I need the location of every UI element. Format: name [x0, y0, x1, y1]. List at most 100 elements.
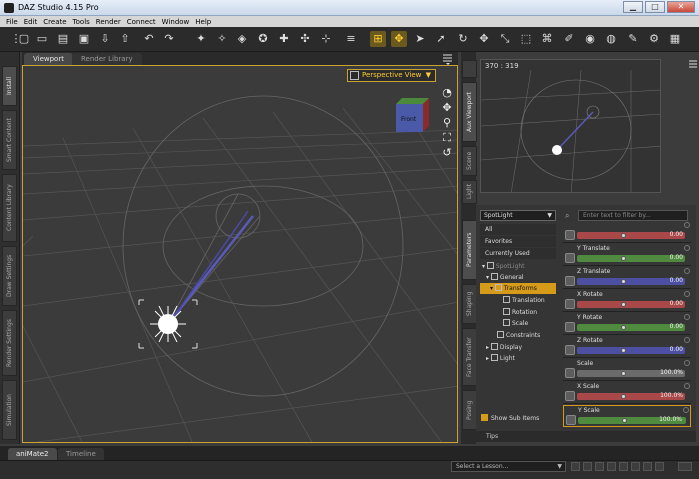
parameter-value[interactable]: 0.00	[670, 254, 683, 261]
aux-viewport[interactable]: 370 : 319	[480, 59, 661, 193]
tree-favorites[interactable]: Favorites	[480, 236, 556, 247]
lesson-step-button[interactable]	[643, 462, 652, 471]
tab-animate2[interactable]: aniMate2	[8, 448, 57, 460]
lesson-step-button[interactable]	[631, 462, 640, 471]
aux-menu-icon[interactable]	[688, 58, 699, 78]
tab-smart-content[interactable]: Smart Content	[2, 110, 17, 170]
rotate-icon[interactable]: ✥	[476, 31, 492, 47]
slider-knob[interactable]	[621, 233, 626, 238]
resize-grip-icon[interactable]	[678, 462, 692, 471]
tree-light[interactable]: ▸ Light	[486, 353, 515, 364]
tree-general[interactable]: ▾ General	[486, 272, 524, 283]
tab-viewport[interactable]: Viewport	[24, 53, 73, 65]
camera-frame-icon[interactable]: ✦	[193, 31, 209, 47]
show-sub-items-checkbox[interactable]: Show Sub Items	[481, 414, 539, 422]
render-icon[interactable]: ◉	[582, 31, 598, 47]
tree-rotation[interactable]: Rotation	[503, 307, 537, 318]
export-icon[interactable]: ⇧	[117, 31, 133, 47]
light-pointer-icon[interactable]: ✧	[214, 31, 230, 47]
menu-create[interactable]: Create	[43, 18, 66, 26]
tab-draw-settings[interactable]: Draw Settings	[2, 246, 17, 306]
tab-parameters[interactable]: Parameters	[462, 220, 477, 280]
dforce-icon[interactable]: ✪	[255, 31, 271, 47]
tree-scale[interactable]: Scale	[503, 318, 528, 329]
lesson-step-button[interactable]	[619, 462, 628, 471]
gear-icon[interactable]	[684, 383, 690, 389]
gear-icon[interactable]	[684, 268, 690, 274]
parameter-slider[interactable]: Z Rotate 0.00	[563, 336, 691, 358]
pose-tool-icon[interactable]: ➤	[412, 31, 428, 47]
slider-knob[interactable]	[621, 279, 626, 284]
render-settings-icon[interactable]: ◍	[603, 31, 619, 47]
minimize-button[interactable]: ▁	[623, 1, 643, 13]
universal-tool-icon[interactable]: ⊞	[370, 31, 386, 47]
tree-all[interactable]: All	[480, 224, 556, 235]
gear-icon[interactable]	[684, 360, 690, 366]
parameter-slider[interactable]: Y Translate 0.00	[563, 244, 691, 266]
slider-knob[interactable]	[621, 325, 626, 330]
reset-view-icon[interactable]: ↺	[440, 146, 454, 161]
close-button[interactable]: ✕	[667, 1, 695, 13]
camera-selector[interactable]: Perspective View ▼	[347, 69, 436, 82]
open-icon[interactable]: ▭	[34, 31, 50, 47]
lesson-next-button[interactable]	[655, 462, 664, 471]
zoom-icon[interactable]: ⚲	[440, 116, 454, 131]
tree-display[interactable]: ▸ Display	[486, 342, 522, 353]
gear-icon[interactable]	[684, 245, 690, 251]
slider-knob[interactable]	[622, 418, 627, 423]
parameter-slider[interactable]: Y Scale 100.0%	[563, 405, 691, 427]
menu-tools[interactable]: Tools	[73, 18, 90, 26]
tab-render-library[interactable]: Render Library	[72, 53, 142, 65]
menu-help[interactable]: Help	[195, 18, 211, 26]
tree-translation[interactable]: Translation	[503, 295, 545, 306]
translate-icon[interactable]: ↻	[455, 31, 471, 47]
parameter-value[interactable]: 0.00	[670, 346, 683, 353]
node-selector[interactable]: SpotLight ▼	[480, 210, 556, 221]
parameter-value[interactable]: 100.0%	[659, 416, 682, 423]
import-icon[interactable]: ⇩	[97, 31, 113, 47]
save-icon[interactable]: ▣	[76, 31, 92, 47]
tab-posing[interactable]: Posing	[462, 390, 477, 430]
gear-icon[interactable]	[683, 407, 689, 413]
tree-currently-used[interactable]: Currently Used	[480, 248, 556, 259]
tab-timeline[interactable]: Timeline	[58, 448, 104, 460]
lesson-prev-button[interactable]	[571, 462, 580, 471]
tree-transforms[interactable]: ▾ Transforms	[480, 283, 556, 294]
tab-face-transfer[interactable]: Face Transfer	[462, 328, 477, 386]
gear-icon[interactable]	[684, 222, 690, 228]
parameter-slider[interactable]: Y Rotate 0.00	[563, 313, 691, 335]
align-icon[interactable]: ≡	[343, 31, 359, 47]
tab-light[interactable]: Light	[462, 180, 477, 204]
gear-icon[interactable]	[684, 314, 690, 320]
tab-aux-viewport[interactable]: Aux Viewport	[462, 82, 477, 142]
viewport-3d[interactable]: Front	[22, 65, 458, 443]
frame-icon[interactable]: ⛶	[440, 131, 454, 146]
tab-render-settings[interactable]: Render Settings	[2, 310, 17, 376]
render-toolbar-icon[interactable]: ⚙	[646, 31, 662, 47]
tab-install[interactable]: Install	[2, 66, 17, 106]
parameter-value[interactable]: 0.00	[670, 300, 683, 307]
menu-render[interactable]: Render	[96, 18, 121, 26]
parameter-value[interactable]: 0.00	[670, 323, 683, 330]
orbit-icon[interactable]: ◔	[440, 86, 454, 101]
parameter-slider[interactable]: X Scale 100.0%	[563, 382, 691, 404]
parameter-value[interactable]: 0.00	[670, 231, 683, 238]
menu-connect[interactable]: Connect	[127, 18, 156, 26]
menu-edit[interactable]: Edit	[24, 18, 38, 26]
slider-knob[interactable]	[621, 348, 626, 353]
lesson-step-button[interactable]	[583, 462, 592, 471]
panel-menu-icon[interactable]	[462, 60, 477, 78]
tab-shaping[interactable]: Shaping	[462, 284, 477, 324]
filter-input[interactable]: Enter text to filter by...	[578, 210, 688, 221]
render-library-icon[interactable]: ✎	[625, 31, 641, 47]
tab-simulation[interactable]: Simulation	[2, 380, 17, 440]
parameter-slider[interactable]: X Rotate 0.00	[563, 290, 691, 312]
tree-constraints[interactable]: Constraints	[497, 330, 540, 341]
parameter-slider[interactable]: 0.00	[563, 221, 691, 243]
view-cube[interactable]	[396, 98, 429, 132]
parameter-slider[interactable]: Scale 100.0%	[563, 359, 691, 381]
menu-window[interactable]: Window	[162, 18, 190, 26]
geometry-sculpt-icon[interactable]: ⌘	[539, 31, 555, 47]
parameter-value[interactable]: 100.0%	[660, 392, 683, 399]
merge-icon[interactable]: ▤	[55, 31, 71, 47]
